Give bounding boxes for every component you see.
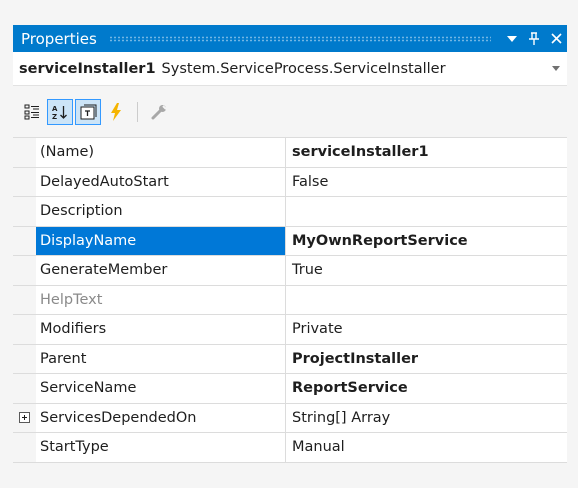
categorized-icon xyxy=(24,104,39,120)
property-name[interactable]: (Name) xyxy=(36,138,286,167)
toolbar-separator xyxy=(137,102,138,122)
alphabetical-button[interactable]: A Z xyxy=(47,99,73,125)
svg-text:A: A xyxy=(52,105,58,113)
property-row[interactable]: (Name) serviceInstaller1 xyxy=(13,138,567,168)
property-name[interactable]: StartType xyxy=(36,433,286,462)
selected-object-type: System.ServiceProcess.ServiceInstaller xyxy=(161,60,446,77)
row-margin xyxy=(13,315,36,344)
row-margin xyxy=(13,256,36,285)
row-margin[interactable] xyxy=(13,403,36,432)
property-name[interactable]: ServiceName xyxy=(36,374,286,403)
row-margin xyxy=(13,374,36,403)
properties-toolbar: A Z xyxy=(13,92,567,132)
property-name[interactable]: GenerateMember xyxy=(36,256,286,285)
property-row[interactable]: ServicesDependedOn String[] Array xyxy=(13,403,567,433)
selector-dropdown-arrow[interactable] xyxy=(545,66,567,71)
property-row[interactable]: Parent ProjectInstaller xyxy=(13,344,567,374)
property-grid: (Name) serviceInstaller1 DelayedAutoStart F… xyxy=(13,137,567,463)
property-name[interactable]: Description xyxy=(36,197,286,226)
categorized-button[interactable] xyxy=(19,99,45,125)
property-row[interactable]: Description xyxy=(13,197,567,227)
property-name[interactable]: ServicesDependedOn xyxy=(36,403,286,432)
object-selector-dropdown[interactable]: serviceInstaller1 System.ServiceProcess.… xyxy=(13,52,567,86)
window-position-dropdown-button[interactable] xyxy=(501,28,523,50)
property-value[interactable]: Private xyxy=(286,315,567,344)
properties-icon xyxy=(80,104,97,120)
property-value[interactable]: Manual xyxy=(286,433,567,462)
alphabetical-sort-icon: A Z xyxy=(52,105,67,121)
property-name[interactable]: DelayedAutoStart xyxy=(36,167,286,196)
panel-title: Properties xyxy=(21,29,97,48)
chevron-down-icon xyxy=(552,66,560,71)
property-value[interactable] xyxy=(286,197,567,226)
property-row[interactable]: HelpText xyxy=(13,285,567,315)
expand-plus-icon[interactable] xyxy=(19,412,30,424)
property-name[interactable]: Modifiers xyxy=(36,315,286,344)
property-row[interactable]: StartType Manual xyxy=(13,433,567,463)
pin-button[interactable] xyxy=(523,28,545,50)
row-margin xyxy=(13,285,36,314)
property-pages-wrench-icon xyxy=(151,105,167,120)
property-value[interactable]: MyOwnReportService xyxy=(286,226,567,255)
properties-title-bar[interactable]: Properties xyxy=(13,25,567,52)
property-name[interactable]: DisplayName xyxy=(36,226,286,255)
row-margin xyxy=(13,167,36,196)
properties-window: Properties serviceInstaller1 System.Serv… xyxy=(0,0,578,488)
property-row[interactable]: DisplayName MyOwnReportService xyxy=(13,226,567,256)
property-value[interactable] xyxy=(286,285,567,314)
row-margin xyxy=(13,433,36,462)
property-row[interactable]: GenerateMember True xyxy=(13,256,567,286)
events-lightning-icon xyxy=(111,103,121,121)
grid-empty-area xyxy=(13,470,567,488)
property-value[interactable]: ReportService xyxy=(286,374,567,403)
property-value[interactable]: String[] Array xyxy=(286,403,567,432)
close-button[interactable] xyxy=(545,28,567,50)
row-margin xyxy=(13,226,36,255)
events-button[interactable] xyxy=(103,99,129,125)
property-row[interactable]: Modifiers Private xyxy=(13,315,567,345)
row-margin xyxy=(13,138,36,167)
property-value[interactable]: serviceInstaller1 xyxy=(286,138,567,167)
pin-icon xyxy=(529,31,539,45)
property-pages-button[interactable] xyxy=(146,99,172,125)
close-icon xyxy=(550,33,562,44)
property-row[interactable]: DelayedAutoStart False xyxy=(13,167,567,197)
row-margin xyxy=(13,197,36,226)
property-name[interactable]: HelpText xyxy=(36,285,286,314)
property-row[interactable]: ServiceName ReportService xyxy=(13,374,567,404)
property-value[interactable]: False xyxy=(286,167,567,196)
row-margin xyxy=(13,344,36,373)
properties-button[interactable] xyxy=(75,99,101,125)
title-grip[interactable] xyxy=(108,35,491,42)
property-value[interactable]: True xyxy=(286,256,567,285)
svg-text:Z: Z xyxy=(52,113,57,121)
selected-object-name: serviceInstaller1 xyxy=(19,60,156,77)
property-name[interactable]: Parent xyxy=(36,344,286,373)
property-value[interactable]: ProjectInstaller xyxy=(286,344,567,373)
dropdown-arrow-icon xyxy=(507,35,517,42)
